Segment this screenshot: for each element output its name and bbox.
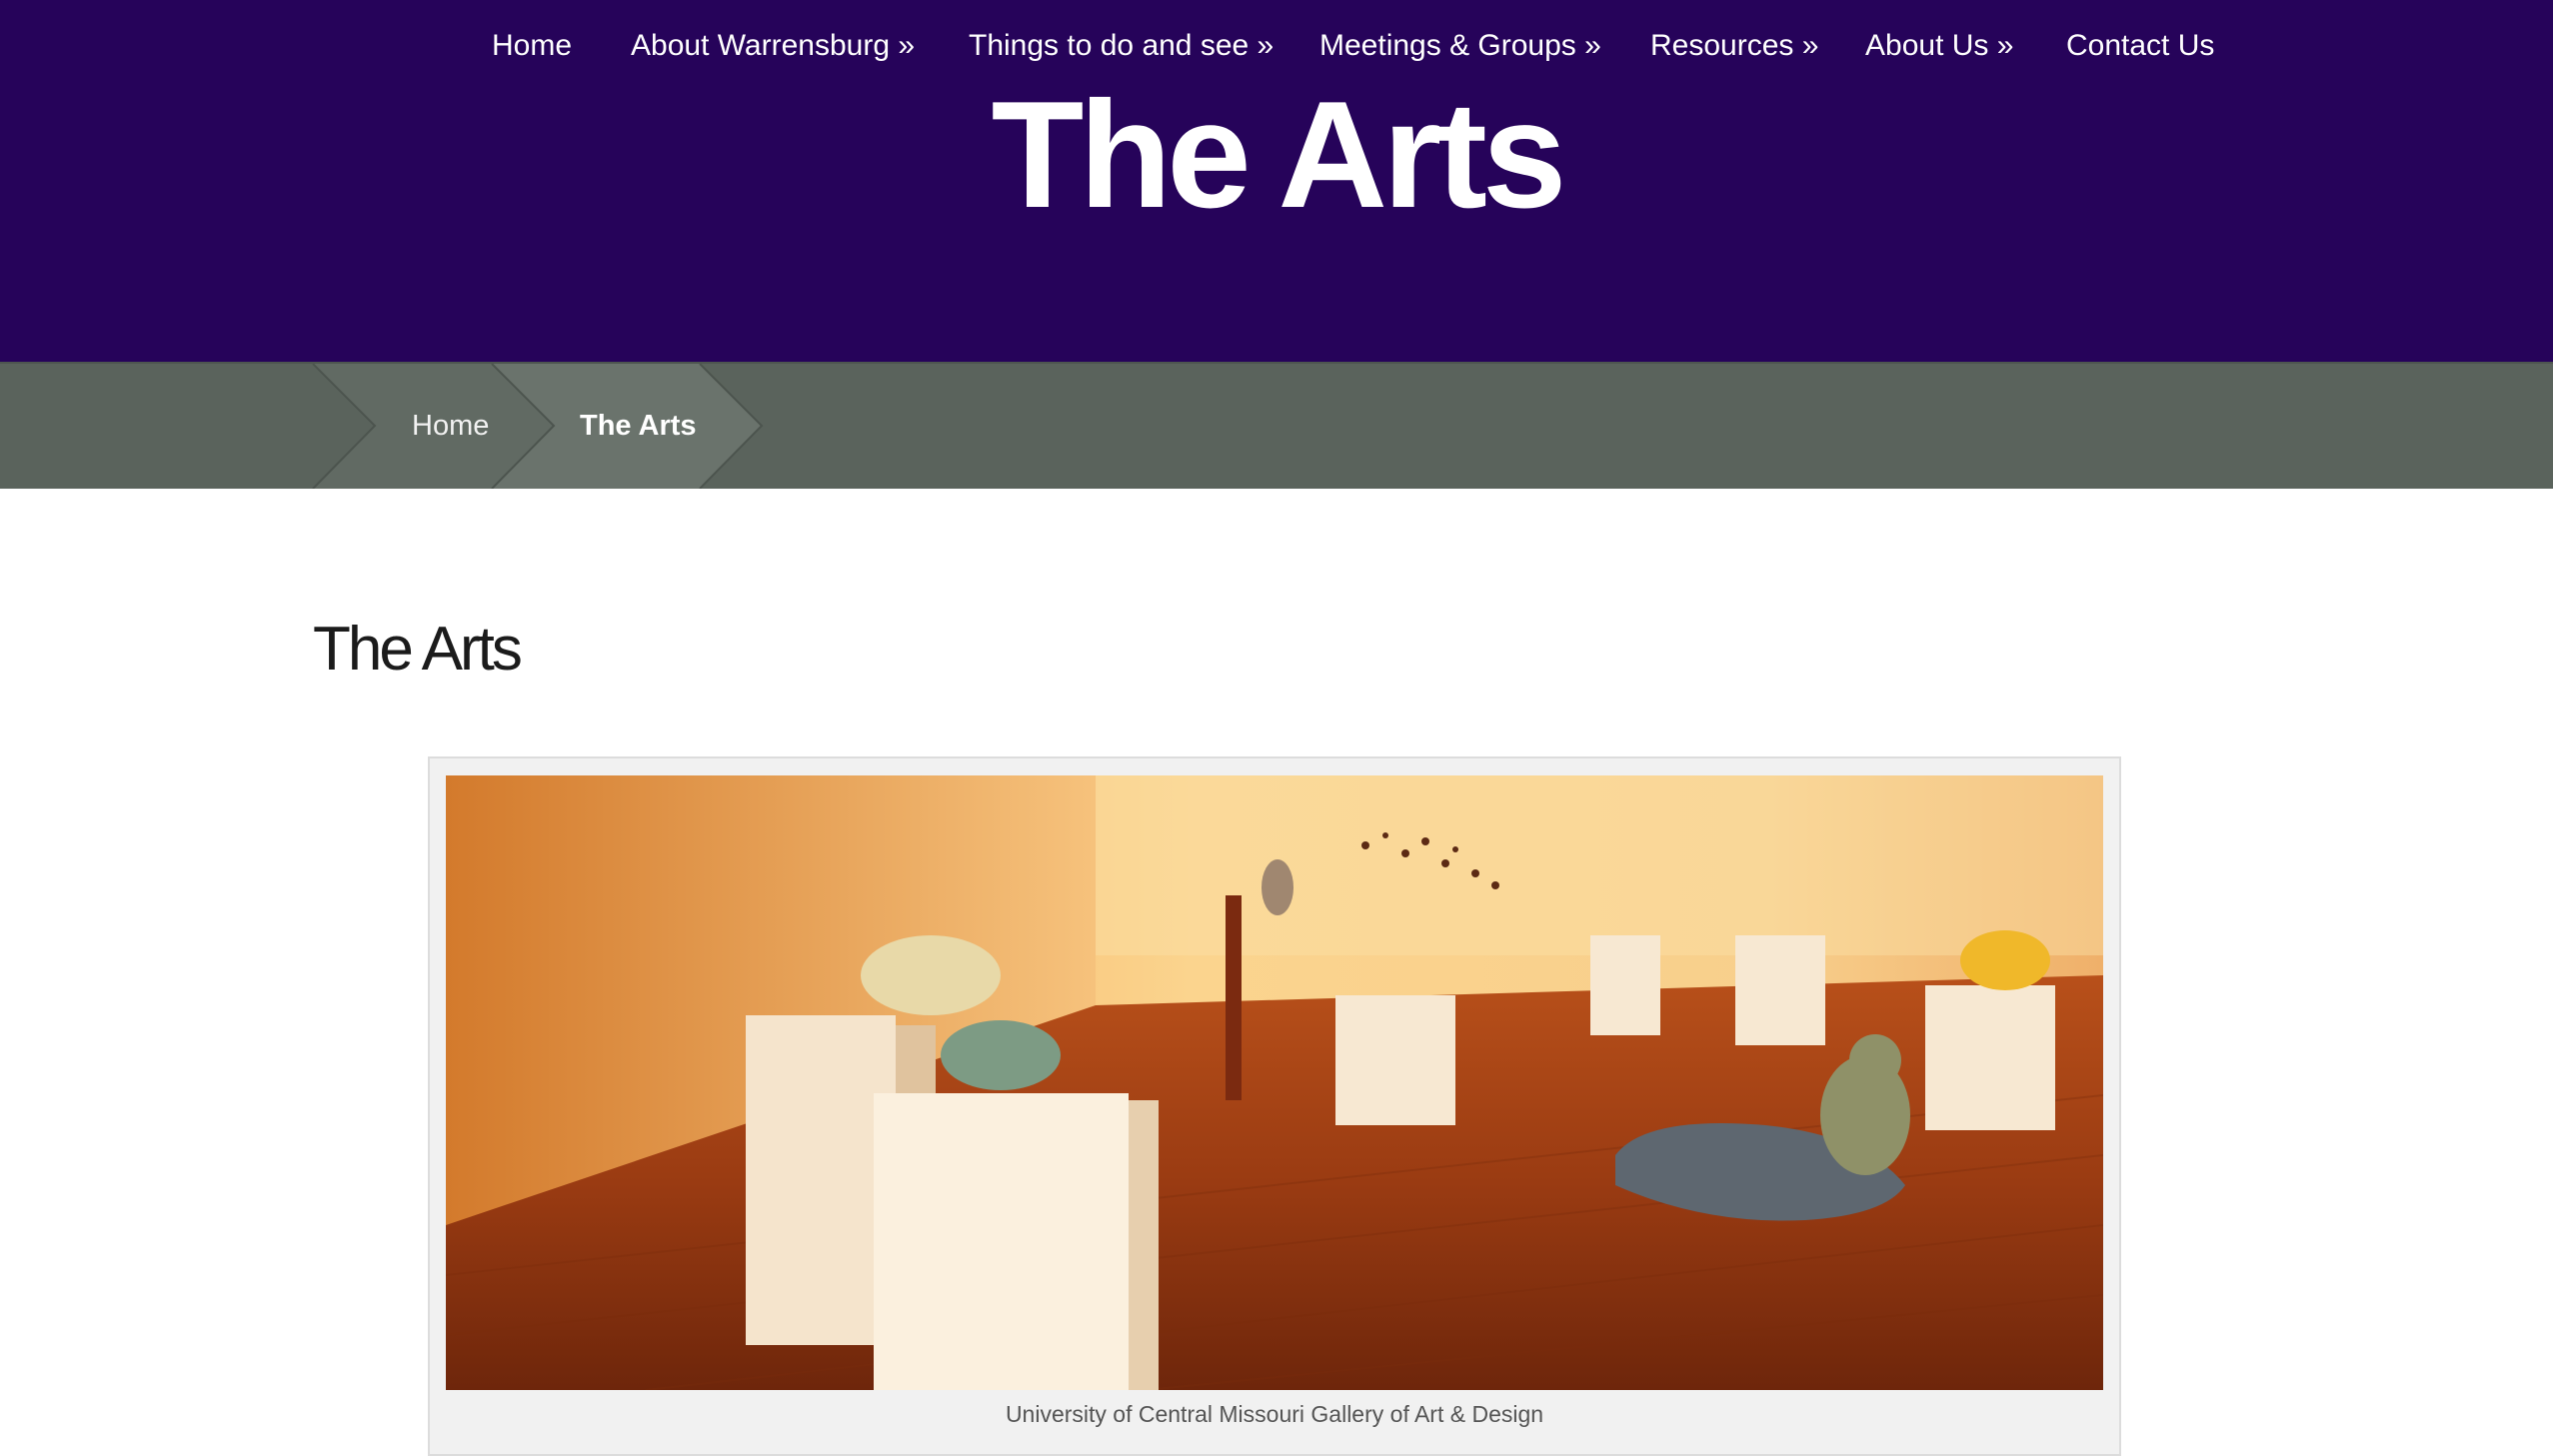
- gallery-photo-illustration: [446, 775, 2103, 1390]
- site-header: Home About Warrensburg » Things to do an…: [0, 0, 2553, 362]
- hero-title: The Arts: [991, 70, 1567, 240]
- main-navigation: Home About Warrensburg » Things to do an…: [0, 22, 2553, 70]
- breadcrumb: Home The Arts: [0, 362, 2553, 489]
- gallery-figure: University of Central Missouri Gallery o…: [428, 756, 2121, 1456]
- page-title: The Arts: [313, 615, 523, 684]
- gallery-photo: [446, 775, 2103, 1390]
- breadcrumb-home-link[interactable]: Home: [412, 364, 489, 489]
- nav-meetings-groups[interactable]: Meetings & Groups »: [1319, 22, 1601, 70]
- nav-about-us[interactable]: About Us »: [1865, 22, 2013, 70]
- nav-about-warrensburg[interactable]: About Warrensburg »: [631, 22, 915, 70]
- nav-home[interactable]: Home: [492, 22, 572, 70]
- figure-caption: University of Central Missouri Gallery o…: [1005, 1401, 1544, 1427]
- breadcrumb-current: The Arts: [580, 410, 697, 442]
- nav-things-to-do[interactable]: Things to do and see »: [969, 22, 1274, 70]
- nav-contact-us[interactable]: Contact Us: [2066, 22, 2214, 70]
- nav-resources[interactable]: Resources »: [1650, 22, 1818, 70]
- breadcrumb-arrows: [312, 364, 764, 489]
